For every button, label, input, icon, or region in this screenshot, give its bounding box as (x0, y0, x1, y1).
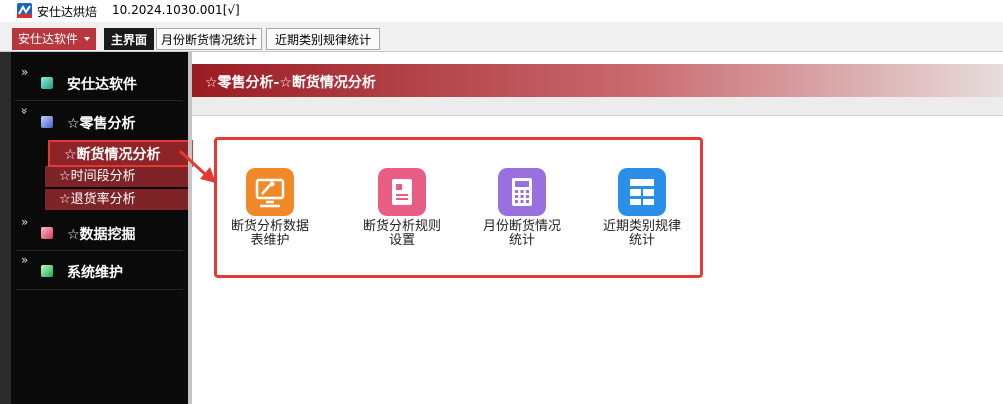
window-edge (0, 52, 11, 404)
sidebar-item-return-rate[interactable]: ☆退货率分析 (45, 189, 192, 210)
list-grid-icon (618, 168, 666, 216)
tile-label: 月份断货情况统计 (482, 219, 561, 248)
app-title: 安仕达烘焙 (37, 5, 98, 19)
monitor-wrench-icon (246, 168, 294, 216)
blue-cube-icon (41, 116, 53, 128)
sidebar-item-time-period[interactable]: ☆时间段分析 (45, 166, 192, 187)
sidebar-section-retail[interactable]: » ☆零售分析 (15, 103, 183, 139)
tab-monthly-outofstock[interactable]: 月份断货情况统计 (156, 28, 262, 50)
app-version: 10.2024.1030.001[√] (112, 3, 240, 17)
sidebar-section-label: 安仕达软件 (67, 77, 137, 93)
red-cube-icon (41, 227, 53, 239)
tile-rule-settings[interactable]: 断货分析规则设置 (357, 168, 441, 264)
sidebar-section-system[interactable]: » 系统维护 (15, 252, 183, 288)
tile-monthly-outofstock[interactable]: 月份断货情况统计 (477, 168, 561, 264)
tile-label: 近期类别规律统计 (602, 219, 681, 248)
chevron-icon: » (21, 65, 29, 79)
sidebar-divider (15, 289, 183, 290)
clipboard-icon (378, 168, 426, 216)
sidebar: » 安仕达软件 » ☆零售分析 ☆时间段分析 ☆退货率分析 » ☆数据挖掘 » … (11, 52, 192, 404)
chevron-icon: » (17, 107, 32, 115)
page-title: ☆零售分析-☆断货情况分析 (205, 75, 376, 91)
sidebar-section-label: ☆零售分析 (67, 116, 136, 132)
green-cube-icon (41, 265, 53, 277)
title-bar: 安仕达烘焙 10.2024.1030.001[√] (0, 0, 1003, 22)
sidebar-section-anshida[interactable]: » 安仕达软件 (15, 64, 183, 100)
teal-cube-icon (41, 77, 53, 89)
sidebar-section-label: ☆数据挖掘 (67, 227, 136, 243)
tile-recent-category[interactable]: 近期类别规律统计 (597, 168, 681, 264)
sidebar-divider (15, 250, 183, 251)
chevron-icon: » (21, 215, 29, 229)
tile-label: 断货分析规则设置 (362, 219, 441, 248)
content-subbar (192, 97, 1003, 116)
function-panel: 断货分析数据表维护 断货分析规则设置 月份断货情况统计 近期类别规律统计 (214, 137, 703, 278)
tab-bar: 安仕达软件 主界面 月份断货情况统计 近期类别规律统计 (0, 22, 1003, 52)
content-header: ☆零售分析-☆断货情况分析 (192, 64, 1003, 97)
sidebar-section-data-mining[interactable]: » ☆数据挖掘 (15, 214, 183, 250)
caret-down-icon (84, 37, 90, 41)
sidebar-divider (15, 100, 183, 101)
tab-main[interactable]: 主界面 (104, 28, 154, 50)
tab-recent-category[interactable]: 近期类别规律统计 (266, 28, 380, 50)
chevron-icon: » (21, 253, 29, 267)
sidebar-section-label: 系统维护 (67, 265, 123, 281)
brand-menu-label: 安仕达软件 (18, 32, 79, 46)
tile-label: 断货分析数据表维护 (230, 219, 309, 248)
calculator-icon (498, 168, 546, 216)
tile-data-table-maintenance[interactable]: 断货分析数据表维护 (225, 168, 309, 264)
sidebar-item-outofstock-analysis[interactable]: ☆断货情况分析 (48, 140, 193, 167)
annotation-arrow-icon (178, 149, 216, 183)
app-logo-icon (17, 3, 32, 18)
brand-menu-button[interactable]: 安仕达软件 (12, 28, 96, 50)
